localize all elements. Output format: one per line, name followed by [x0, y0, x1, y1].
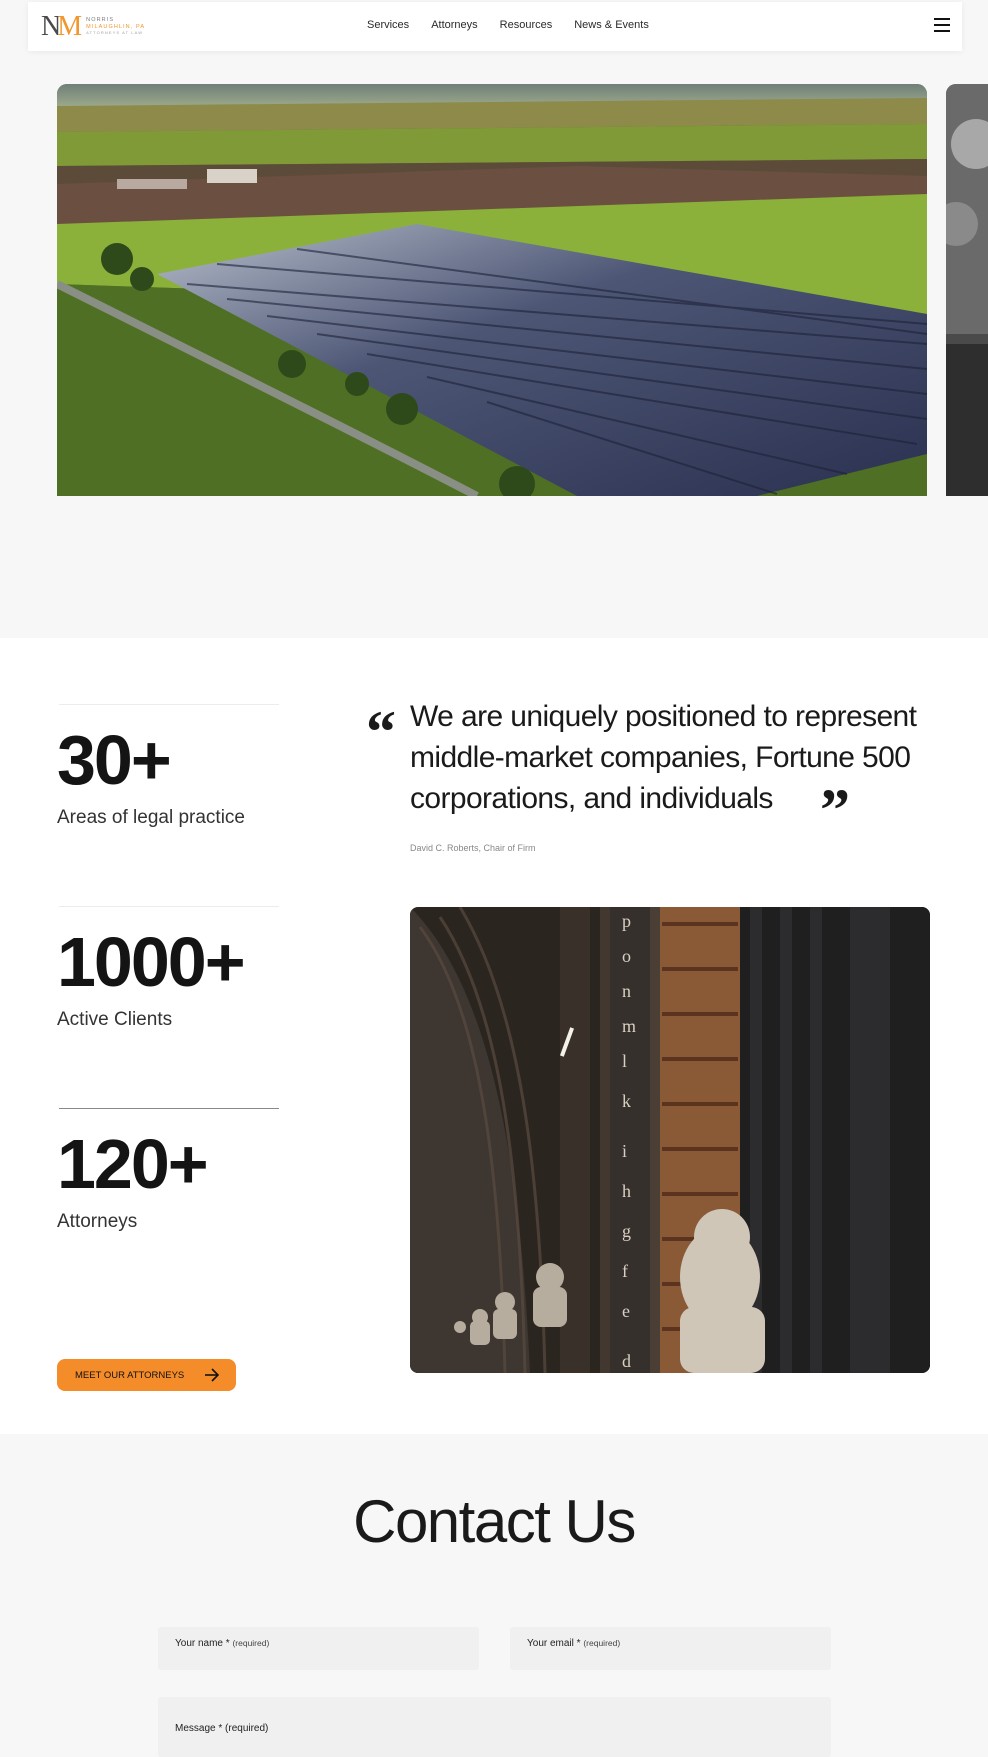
required-hint: (required) — [225, 1723, 269, 1734]
stat-attorneys: 120+ Attorneys — [57, 1108, 279, 1233]
divider — [59, 1108, 279, 1109]
contact-heading: Contact Us — [353, 1488, 636, 1555]
logo-letter-n: N — [41, 11, 61, 42]
logo[interactable]: NM NORRIS MILAUGHLIN, PA ATTORNEYS AT LA… — [41, 12, 145, 42]
svg-text:e: e — [622, 1301, 630, 1321]
svg-text:d: d — [622, 1351, 631, 1371]
message-label: Message * — [175, 1723, 223, 1734]
nav-attorneys[interactable]: Attorneys — [431, 19, 477, 31]
name-field[interactable]: Your name * (required) — [158, 1627, 479, 1670]
about-section: 30+ Areas of legal practice 1000+ Active… — [0, 638, 988, 1434]
stat-practice-areas: 30+ Areas of legal practice — [57, 704, 279, 829]
nav-news-events[interactable]: News & Events — [574, 19, 649, 31]
svg-text:m: m — [622, 1016, 636, 1036]
svg-text:o: o — [622, 946, 631, 966]
svg-text:n: n — [622, 981, 631, 1001]
svg-text:p: p — [622, 911, 631, 931]
message-field[interactable]: Message * (required) — [158, 1697, 831, 1757]
logo-wordmark: NORRIS MILAUGHLIN, PA ATTORNEYS AT LAW — [86, 17, 145, 37]
svg-text:l: l — [622, 1051, 627, 1071]
stat-number: 1000+ — [57, 923, 246, 1001]
logo-letter-m: M — [57, 11, 82, 42]
stat-number: 120+ — [57, 1125, 209, 1203]
svg-text:i: i — [622, 1141, 627, 1161]
stat-label: Areas of legal practice — [57, 807, 245, 828]
main-nav: Services Attorneys Resources News & Even… — [367, 19, 671, 31]
next-slide-preview — [946, 84, 988, 496]
divider — [59, 704, 279, 705]
divider — [59, 906, 279, 907]
library-illustration: pon mlk ihg fe d — [410, 907, 930, 1373]
quote-text: We are uniquely positioned to represent … — [410, 700, 917, 815]
arrow-right-icon — [205, 1368, 220, 1382]
hero-image-solar-farm — [57, 84, 927, 496]
library-image: pon mlk ihg fe d — [410, 907, 930, 1373]
close-quote-icon: ” — [820, 777, 850, 843]
solar-farm-illustration — [57, 84, 927, 496]
meet-attorneys-button[interactable]: MEET OUR ATTORNEYS — [57, 1359, 236, 1391]
open-quote-icon: “ — [366, 699, 396, 765]
name-label: Your name * — [175, 1638, 230, 1649]
required-hint: (required) — [583, 1638, 621, 1648]
site-header: NM NORRIS MILAUGHLIN, PA ATTORNEYS AT LA… — [28, 2, 962, 51]
svg-text:f: f — [622, 1261, 628, 1281]
stat-label: Attorneys — [57, 1211, 138, 1232]
svg-text:h: h — [622, 1181, 631, 1201]
quote-attribution: David C. Roberts, Chair of Firm — [410, 843, 536, 853]
stat-active-clients: 1000+ Active Clients — [57, 906, 279, 1031]
logo-line-3: ATTORNEYS AT LAW — [86, 30, 144, 36]
button-label: MEET OUR ATTORNEYS — [75, 1369, 185, 1381]
svg-text:g: g — [622, 1221, 631, 1241]
svg-text:k: k — [622, 1091, 631, 1111]
hamburger-icon[interactable] — [934, 18, 950, 32]
email-field[interactable]: Your email * (required) — [510, 1627, 831, 1670]
hero-image-next-slide — [946, 84, 988, 496]
email-label: Your email * — [527, 1638, 581, 1649]
logo-mark: NM — [41, 11, 82, 42]
nav-services[interactable]: Services — [367, 19, 409, 31]
nav-resources[interactable]: Resources — [500, 19, 553, 31]
stat-label: Active Clients — [57, 1009, 173, 1030]
required-hint: (required) — [232, 1638, 270, 1648]
stat-number: 30+ — [57, 721, 172, 799]
